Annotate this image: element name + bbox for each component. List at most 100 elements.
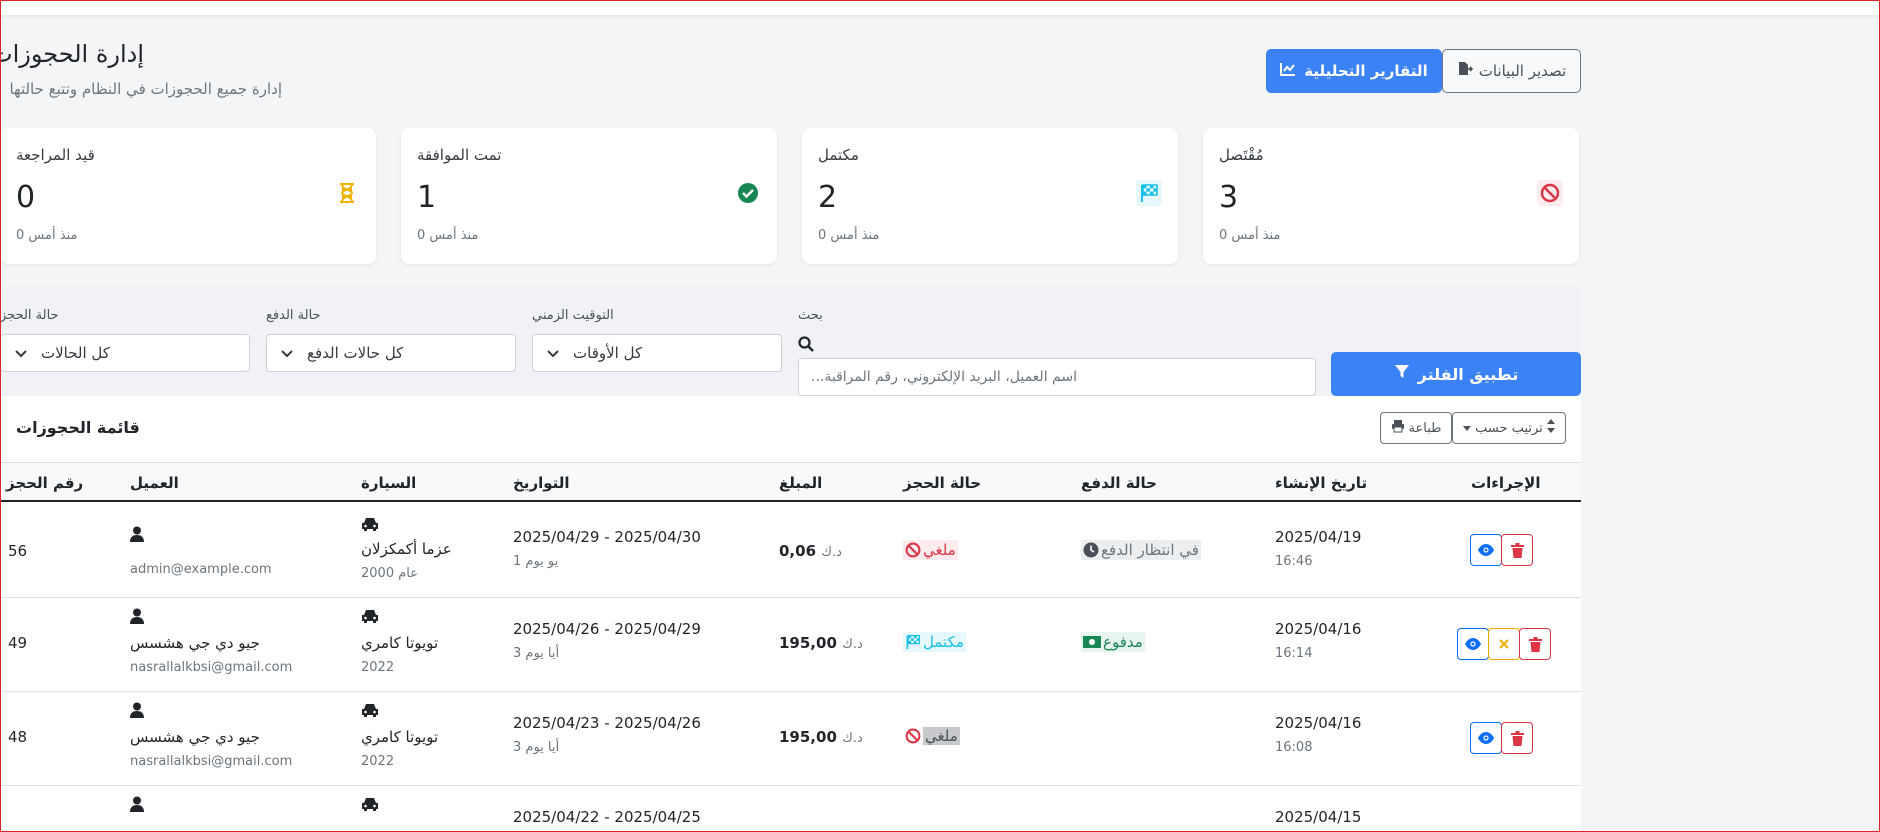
created-date: 2025/04/16 <box>1275 714 1362 732</box>
delete-button[interactable] <box>1501 722 1533 754</box>
payment-status-badge: مدفوع <box>1081 632 1145 652</box>
car-year: عام 2000 <box>361 566 418 581</box>
stat-value: 2 <box>818 180 838 215</box>
created-date: 2025/04/15 <box>1275 808 1362 826</box>
currency-label: د.ك <box>842 637 863 652</box>
stat-card-cancelled: مُقْتَصل 3 منذ أمس 0 <box>1203 128 1579 264</box>
file-export-icon <box>1457 61 1473 81</box>
export-data-button[interactable]: تصدير البيانات <box>1442 49 1581 93</box>
apply-filter-button[interactable]: تطبيق الفلتر <box>1331 352 1581 396</box>
export-data-label: تصدير البيانات <box>1478 62 1567 80</box>
booking-id: 49 <box>8 634 28 652</box>
booking-duration: يو يوم 1 <box>513 554 559 569</box>
th-amount[interactable]: المبلغ <box>779 474 822 492</box>
booking-status-select[interactable]: كل الحالات <box>0 334 250 372</box>
currency-label: د.ك <box>842 731 863 746</box>
booking-duration: أيا يوم 3 <box>513 740 560 755</box>
ban-icon <box>905 728 921 744</box>
trash-icon <box>1510 542 1524 558</box>
analytics-reports-label: التقارير التحليلية <box>1304 62 1428 80</box>
stat-since: منذ أمس 0 <box>1219 228 1281 243</box>
th-car[interactable]: السيارة <box>361 474 416 492</box>
car-name: تويوتا كامري <box>361 728 439 746</box>
table-row: 2025/04/22 - 2025/04/25 2025/04/15 <box>0 786 1581 832</box>
table-row: 49 جيو دي جي هشسس nasrallalkbsi@gmail.co… <box>0 598 1581 692</box>
close-icon <box>1499 639 1509 649</box>
stat-label: تمت الموافقة <box>417 146 502 164</box>
created-date: 2025/04/16 <box>1275 620 1362 638</box>
row-actions <box>1470 534 1533 566</box>
th-booking-no[interactable]: رقم الحجز <box>6 474 83 492</box>
customer-email: nasrallalkbsi@gmail.com <box>130 754 293 769</box>
timing-select[interactable]: كل الأوقات <box>532 334 782 372</box>
created-date: 2025/04/19 <box>1275 528 1362 546</box>
car-icon <box>361 608 379 627</box>
amount-value: 195,00 <box>779 634 837 652</box>
th-dates[interactable]: التواريخ <box>513 474 570 492</box>
chevron-down-icon <box>15 344 27 362</box>
delete-button[interactable] <box>1519 628 1551 660</box>
stat-card-completed: مكتمل 2 منذ أمس 0 <box>802 128 1178 264</box>
table-row: 48 جيو دي جي هشسس nasrallalkbsi@gmail.co… <box>0 692 1581 786</box>
timing-filter-label: التوقيت الزمني <box>532 308 614 323</box>
th-customer[interactable]: العميل <box>130 474 179 492</box>
stat-since: منذ أمس 0 <box>417 228 479 243</box>
bookings-table-card: قائمة الحجوزات طباعة ترتيب حسب رقم الحجز… <box>0 396 1581 832</box>
row-actions <box>1457 628 1551 660</box>
booking-duration: أيا يوم 3 <box>513 646 560 661</box>
view-button[interactable] <box>1470 722 1502 754</box>
booking-status-badge: ملغي <box>903 540 958 562</box>
payment-status-text: في انتظار الدفع <box>1101 541 1199 559</box>
ban-icon <box>905 542 921 558</box>
printer-icon <box>1391 419 1405 437</box>
booking-amount: 0,06 د.ك <box>779 542 842 560</box>
print-button[interactable]: طباعة <box>1380 412 1452 444</box>
timing-value: كل الأوقات <box>573 344 643 362</box>
search-icon <box>798 336 814 356</box>
check-circle-icon <box>735 180 761 206</box>
th-payment-status[interactable]: حالة الدفع <box>1081 474 1157 492</box>
search-placeholder: ...اسم العميل، البريد الإلكتروني، رقم ال… <box>811 369 1077 385</box>
delete-button[interactable] <box>1501 534 1533 566</box>
filter-panel: حالة الحجز كل الحالات حالة الدفع كل حالا… <box>0 286 1581 396</box>
view-button[interactable] <box>1470 534 1502 566</box>
stat-since: منذ أمس 0 <box>818 228 880 243</box>
created-time: 16:14 <box>1275 646 1313 661</box>
booking-amount: 195,00 د.ك <box>779 634 863 652</box>
booking-status-badge: مكتمل <box>903 632 966 654</box>
sort-dropdown-button[interactable]: ترتيب حسب <box>1452 412 1566 444</box>
filter-icon <box>1394 364 1410 384</box>
user-icon <box>130 702 144 722</box>
created-time: 16:46 <box>1275 554 1313 569</box>
payment-status-select[interactable]: كل حالات الدفع <box>266 334 516 372</box>
currency-label: د.ك <box>821 545 842 560</box>
cancel-button[interactable] <box>1488 628 1520 660</box>
analytics-reports-button[interactable]: التقارير التحليلية <box>1266 49 1442 93</box>
search-input[interactable]: ...اسم العميل، البريد الإلكتروني، رقم ال… <box>798 358 1316 396</box>
customer-name: جيو دي جي هشسس <box>130 728 260 746</box>
stat-label: قيد المراجعة <box>16 146 95 164</box>
print-label: طباعة <box>1408 420 1442 436</box>
booking-status-badge: ملغي <box>903 726 962 748</box>
th-created[interactable]: تاريخ الإنشاء <box>1275 474 1367 492</box>
th-booking-status[interactable]: حالة الحجز <box>903 474 981 492</box>
customer-email: nasrallalkbsi@gmail.com <box>130 660 293 675</box>
caret-down-icon <box>1463 421 1472 436</box>
eye-icon <box>1465 638 1481 650</box>
chevron-down-icon <box>547 344 559 362</box>
money-bill-icon <box>1083 636 1101 648</box>
page-title: إدارة الحجوزات <box>0 40 144 68</box>
payment-status-text: مدفوع <box>1103 633 1143 651</box>
payment-status-badge: في انتظار الدفع <box>1081 540 1201 562</box>
customer-email: admin@example.com <box>130 562 272 577</box>
view-button[interactable] <box>1457 628 1489 660</box>
stat-value: 3 <box>1219 180 1239 215</box>
checkered-flag-icon <box>1136 180 1162 206</box>
booking-status-filter-label: حالة الحجز <box>0 308 59 323</box>
chevron-down-icon <box>281 344 293 362</box>
table-row: 56 admin@example.com عزما أكمكزلان عام 2… <box>0 504 1581 598</box>
stat-card-pending: قيد المراجعة 0 منذ أمس 0 <box>0 128 376 264</box>
booking-amount: 195,00 د.ك <box>779 728 863 746</box>
stat-since: منذ أمس 0 <box>16 228 78 243</box>
booking-status-text: ملغي <box>923 727 960 745</box>
